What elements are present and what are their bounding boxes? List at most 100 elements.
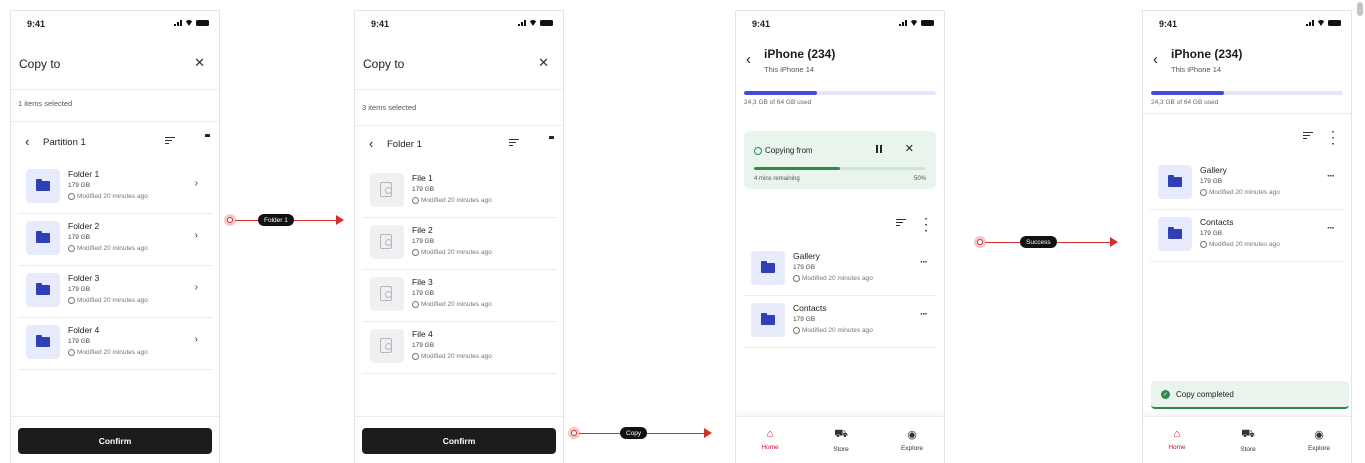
list-item[interactable]: File 3 179 GB Modified 20 minutes ago <box>362 269 556 322</box>
back-icon[interactable]: ‹ <box>746 51 751 68</box>
storage-usage-text: 24,3 GB of 64 GB used <box>744 99 812 106</box>
more-horizontal-icon[interactable]: ··· <box>920 257 928 268</box>
more-vertical-icon[interactable]: · · · <box>925 215 928 237</box>
more-vertical-icon[interactable]: · · · <box>1332 128 1335 150</box>
tab-store[interactable]: ⛟ Store <box>1218 428 1278 453</box>
sort-icon[interactable] <box>1303 132 1313 139</box>
scrollbar[interactable] <box>1357 2 1363 16</box>
list-item[interactable]: Folder 2 179 GB Modified 20 minutes ago … <box>18 213 212 266</box>
compass-icon: ◉ <box>907 429 917 441</box>
divider <box>11 89 219 90</box>
item-modified: Modified 20 minutes ago <box>412 249 492 256</box>
flow-label: Success <box>1020 236 1057 248</box>
clock-icon <box>68 245 75 252</box>
signal-icon <box>518 20 526 26</box>
battery-icon <box>540 20 553 26</box>
folder-thumbnail <box>26 221 60 255</box>
list-item[interactable]: Folder 4 179 GB Modified 20 minutes ago … <box>18 317 212 370</box>
back-icon[interactable]: ‹ <box>25 134 29 149</box>
list-toolbar: · · · <box>868 215 928 237</box>
file-thumbnail <box>370 173 404 207</box>
modified-text: Modified 20 minutes ago <box>1209 241 1280 248</box>
check-circle-icon: ✓ <box>1161 389 1170 399</box>
home-icon: ⌂ <box>1173 428 1181 440</box>
list-item[interactable]: Contacts 179 GB Modified 20 minutes ago … <box>743 295 937 348</box>
tab-home[interactable]: ⌂ Home <box>740 428 800 451</box>
location-title: Partition 1 <box>43 137 86 148</box>
item-modified: Modified 20 minutes ago <box>68 193 148 200</box>
status-bar: 9:41 <box>752 19 934 33</box>
file-thumbnail <box>370 225 404 259</box>
item-modified: Modified 20 minutes ago <box>412 301 492 308</box>
tab-explore[interactable]: ◉ Explore <box>1289 428 1349 452</box>
copy-remaining: 4 mins remaining <box>754 176 800 182</box>
arrow-right-icon <box>704 428 712 438</box>
folder-icon <box>1168 227 1182 239</box>
page-title: Copy to <box>363 57 405 71</box>
item-modified: Modified 20 minutes ago <box>412 197 492 204</box>
sort-icon[interactable] <box>896 219 906 226</box>
chevron-right-icon[interactable]: › <box>195 178 198 189</box>
clock-icon <box>412 353 419 360</box>
cancel-copy-icon[interactable]: ✕ <box>905 142 914 155</box>
chevron-right-icon[interactable]: › <box>195 334 198 345</box>
item-name: File 2 <box>412 225 433 235</box>
status-time: 9:41 <box>27 19 46 29</box>
item-size: 179 GB <box>1200 230 1223 237</box>
list-item[interactable]: Folder 1 179 GB Modified 20 minutes ago … <box>18 161 212 214</box>
copy-progress-bar <box>754 167 926 170</box>
modified-text: Modified 20 minutes ago <box>77 297 148 304</box>
toast-text: Copy completed <box>1176 389 1234 399</box>
list-item[interactable]: File 1 179 GB Modified 20 minutes ago <box>362 165 556 218</box>
list-item[interactable]: Gallery 179 GB Modified 20 minutes ago ·… <box>743 243 937 296</box>
tab-label: Explore <box>900 445 924 452</box>
modified-text: Modified 20 minutes ago <box>77 193 148 200</box>
flow-arrow-folder: Folder 1 <box>224 213 344 227</box>
item-name: Folder 2 <box>68 221 100 231</box>
chevron-right-icon[interactable]: › <box>195 282 198 293</box>
tab-explore[interactable]: ◉ Explore <box>882 428 942 452</box>
folder-thumbnail <box>751 251 785 285</box>
more-horizontal-icon[interactable]: ··· <box>920 309 928 320</box>
folder-thumbnail <box>1158 217 1192 251</box>
close-icon[interactable]: ✕ <box>538 55 549 71</box>
clock-icon <box>412 301 419 308</box>
sort-icon[interactable] <box>509 139 519 146</box>
more-horizontal-icon[interactable]: ··· <box>1327 171 1335 182</box>
folder-icon <box>36 179 50 191</box>
item-name: Contacts <box>793 303 827 313</box>
list-item[interactable]: Folder 3 179 GB Modified 20 minutes ago … <box>18 265 212 318</box>
storage-usage-bar <box>1151 91 1343 95</box>
chevron-right-icon[interactable]: › <box>195 230 198 241</box>
clock-icon <box>1200 241 1207 248</box>
item-name: Folder 1 <box>68 169 100 179</box>
status-bar: 9:41 <box>371 19 553 33</box>
back-icon[interactable]: ‹ <box>1153 51 1158 68</box>
list-item[interactable]: Contacts 179 GB Modified 20 minutes ago … <box>1150 209 1344 262</box>
close-icon[interactable]: ✕ <box>194 55 205 71</box>
more-horizontal-icon[interactable]: ··· <box>1327 223 1335 234</box>
item-size: 179 GB <box>1200 178 1223 185</box>
list-item[interactable]: Gallery 179 GB Modified 20 minutes ago ·… <box>1150 157 1344 210</box>
wifi-icon <box>185 20 193 26</box>
clock-icon <box>1200 189 1207 196</box>
folder-icon <box>1168 175 1182 187</box>
location-bar: ‹ Folder 1 <box>369 136 549 153</box>
flow-label: Copy <box>620 427 648 439</box>
item-size: 179 GB <box>68 338 91 345</box>
tab-label: Explore <box>1307 445 1331 452</box>
back-icon[interactable]: ‹ <box>369 136 373 151</box>
sort-icon[interactable] <box>165 137 175 144</box>
folder-icon <box>36 283 50 295</box>
confirm-button[interactable]: Confirm <box>362 428 556 454</box>
modified-text: Modified 20 minutes ago <box>77 349 148 356</box>
pause-icon[interactable] <box>876 145 882 153</box>
item-size: 179 GB <box>68 182 91 189</box>
list-item[interactable]: File 4 179 GB Modified 20 minutes ago <box>362 321 556 374</box>
tab-bar: ⌂ Home ⛟ Store ◉ Explore <box>736 416 944 463</box>
tab-home[interactable]: ⌂ Home <box>1147 428 1207 451</box>
divider <box>355 89 563 90</box>
tab-store[interactable]: ⛟ Store <box>811 428 871 453</box>
confirm-button[interactable]: Confirm <box>18 428 212 454</box>
list-item[interactable]: File 2 179 GB Modified 20 minutes ago <box>362 217 556 270</box>
